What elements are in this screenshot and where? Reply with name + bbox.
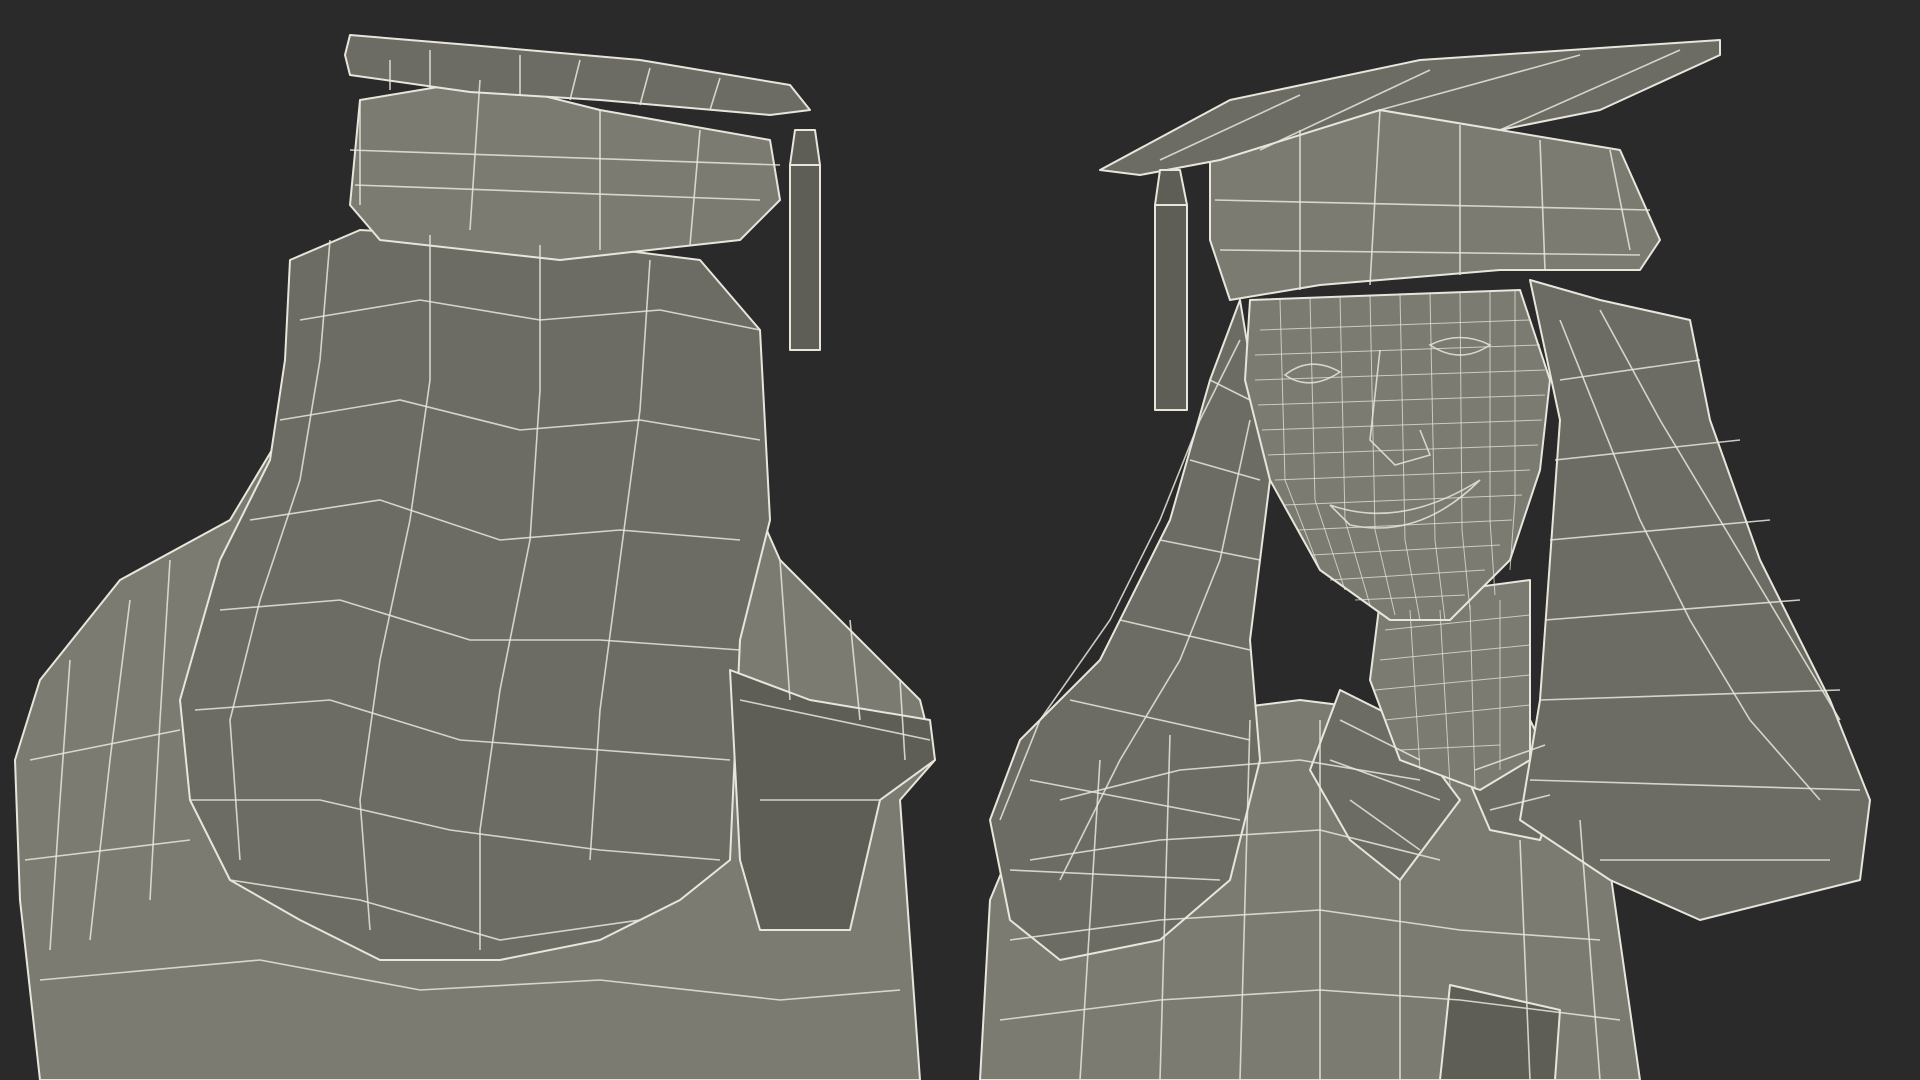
front-hair-left xyxy=(989,299,1271,961)
back-tassel xyxy=(789,164,821,351)
front-hair-right xyxy=(1519,279,1871,921)
back-tassel-knot xyxy=(789,129,821,166)
back-hair xyxy=(179,229,771,961)
front-tassel xyxy=(1154,204,1188,411)
render-scene xyxy=(0,0,1920,1080)
front-face xyxy=(1244,289,1551,621)
front-view-figure xyxy=(979,39,1871,1080)
front-tassel-knot xyxy=(1154,169,1188,206)
render-canvas xyxy=(14,34,1871,1080)
back-view-figure xyxy=(14,34,936,1080)
